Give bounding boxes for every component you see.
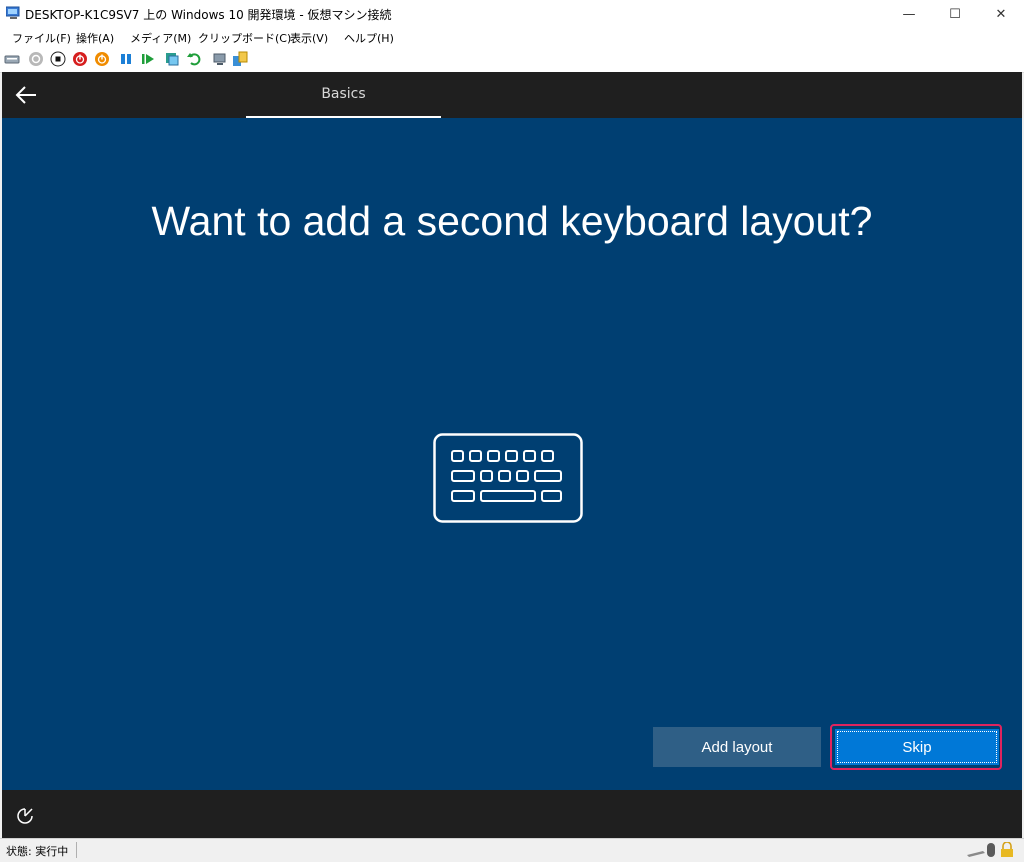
menu-view[interactable]: 表示(V) (290, 30, 328, 46)
tab-basics-underline (246, 116, 441, 118)
keyboard-icon (433, 433, 583, 523)
mouse-tray-icon (987, 843, 995, 857)
lock-tray-icon (1001, 842, 1013, 857)
save-icon[interactable] (94, 51, 110, 67)
start-icon[interactable] (28, 51, 44, 67)
menu-clipboard[interactable]: クリップボード(C) (198, 30, 291, 46)
ease-of-access-icon[interactable] (16, 807, 34, 825)
menu-help[interactable]: ヘルプ(H) (344, 30, 394, 46)
keyboard-tray-icon (967, 851, 985, 857)
add-layout-button[interactable]: Add layout (653, 727, 821, 767)
pause-icon[interactable] (118, 51, 134, 67)
menu-file[interactable]: ファイル(F) (12, 30, 71, 46)
close-button[interactable]: ✕ (978, 0, 1024, 28)
revert-icon[interactable] (186, 51, 202, 67)
vm-connection-icon (6, 6, 20, 19)
skip-button[interactable]: Skip (835, 729, 999, 765)
menu-media[interactable]: メディア(M) (130, 30, 191, 46)
resume-icon[interactable] (140, 51, 156, 67)
window-title-bar: DESKTOP-K1C9SV7 上の Windows 10 開発環境 - 仮想マ… (0, 0, 1024, 29)
menu-action[interactable]: 操作(A) (76, 30, 114, 46)
turn-off-icon[interactable] (50, 51, 66, 67)
ctrl-alt-del-icon[interactable] (4, 51, 20, 67)
shutdown-icon[interactable] (72, 51, 88, 67)
status-separator (76, 842, 77, 858)
oobe-footer (2, 790, 1022, 838)
minimize-button[interactable]: — (886, 0, 932, 28)
status-bar: 状態: 実行中 (0, 838, 1024, 862)
maximize-button[interactable]: ☐ (932, 0, 978, 28)
tab-basics: Basics (321, 86, 366, 102)
vm-screen[interactable]: Basics Want to add a second keyboard lay… (2, 72, 1022, 838)
toolbar (0, 48, 1024, 73)
enhanced-session-icon[interactable] (212, 51, 228, 67)
oobe-header: Basics (2, 72, 1022, 118)
menu-bar: ファイル(F) 操作(A) メディア(M) クリップボード(C) 表示(V) ヘ… (0, 28, 1024, 48)
checkpoint-icon[interactable] (164, 51, 180, 67)
back-arrow-icon[interactable] (14, 84, 38, 106)
window-title: DESKTOP-K1C9SV7 上の Windows 10 開発環境 - 仮想マ… (25, 8, 392, 22)
page-heading: Want to add a second keyboard layout? (151, 198, 873, 244)
share-icon[interactable] (232, 51, 248, 67)
vm-status: 状態: 実行中 (6, 845, 69, 858)
